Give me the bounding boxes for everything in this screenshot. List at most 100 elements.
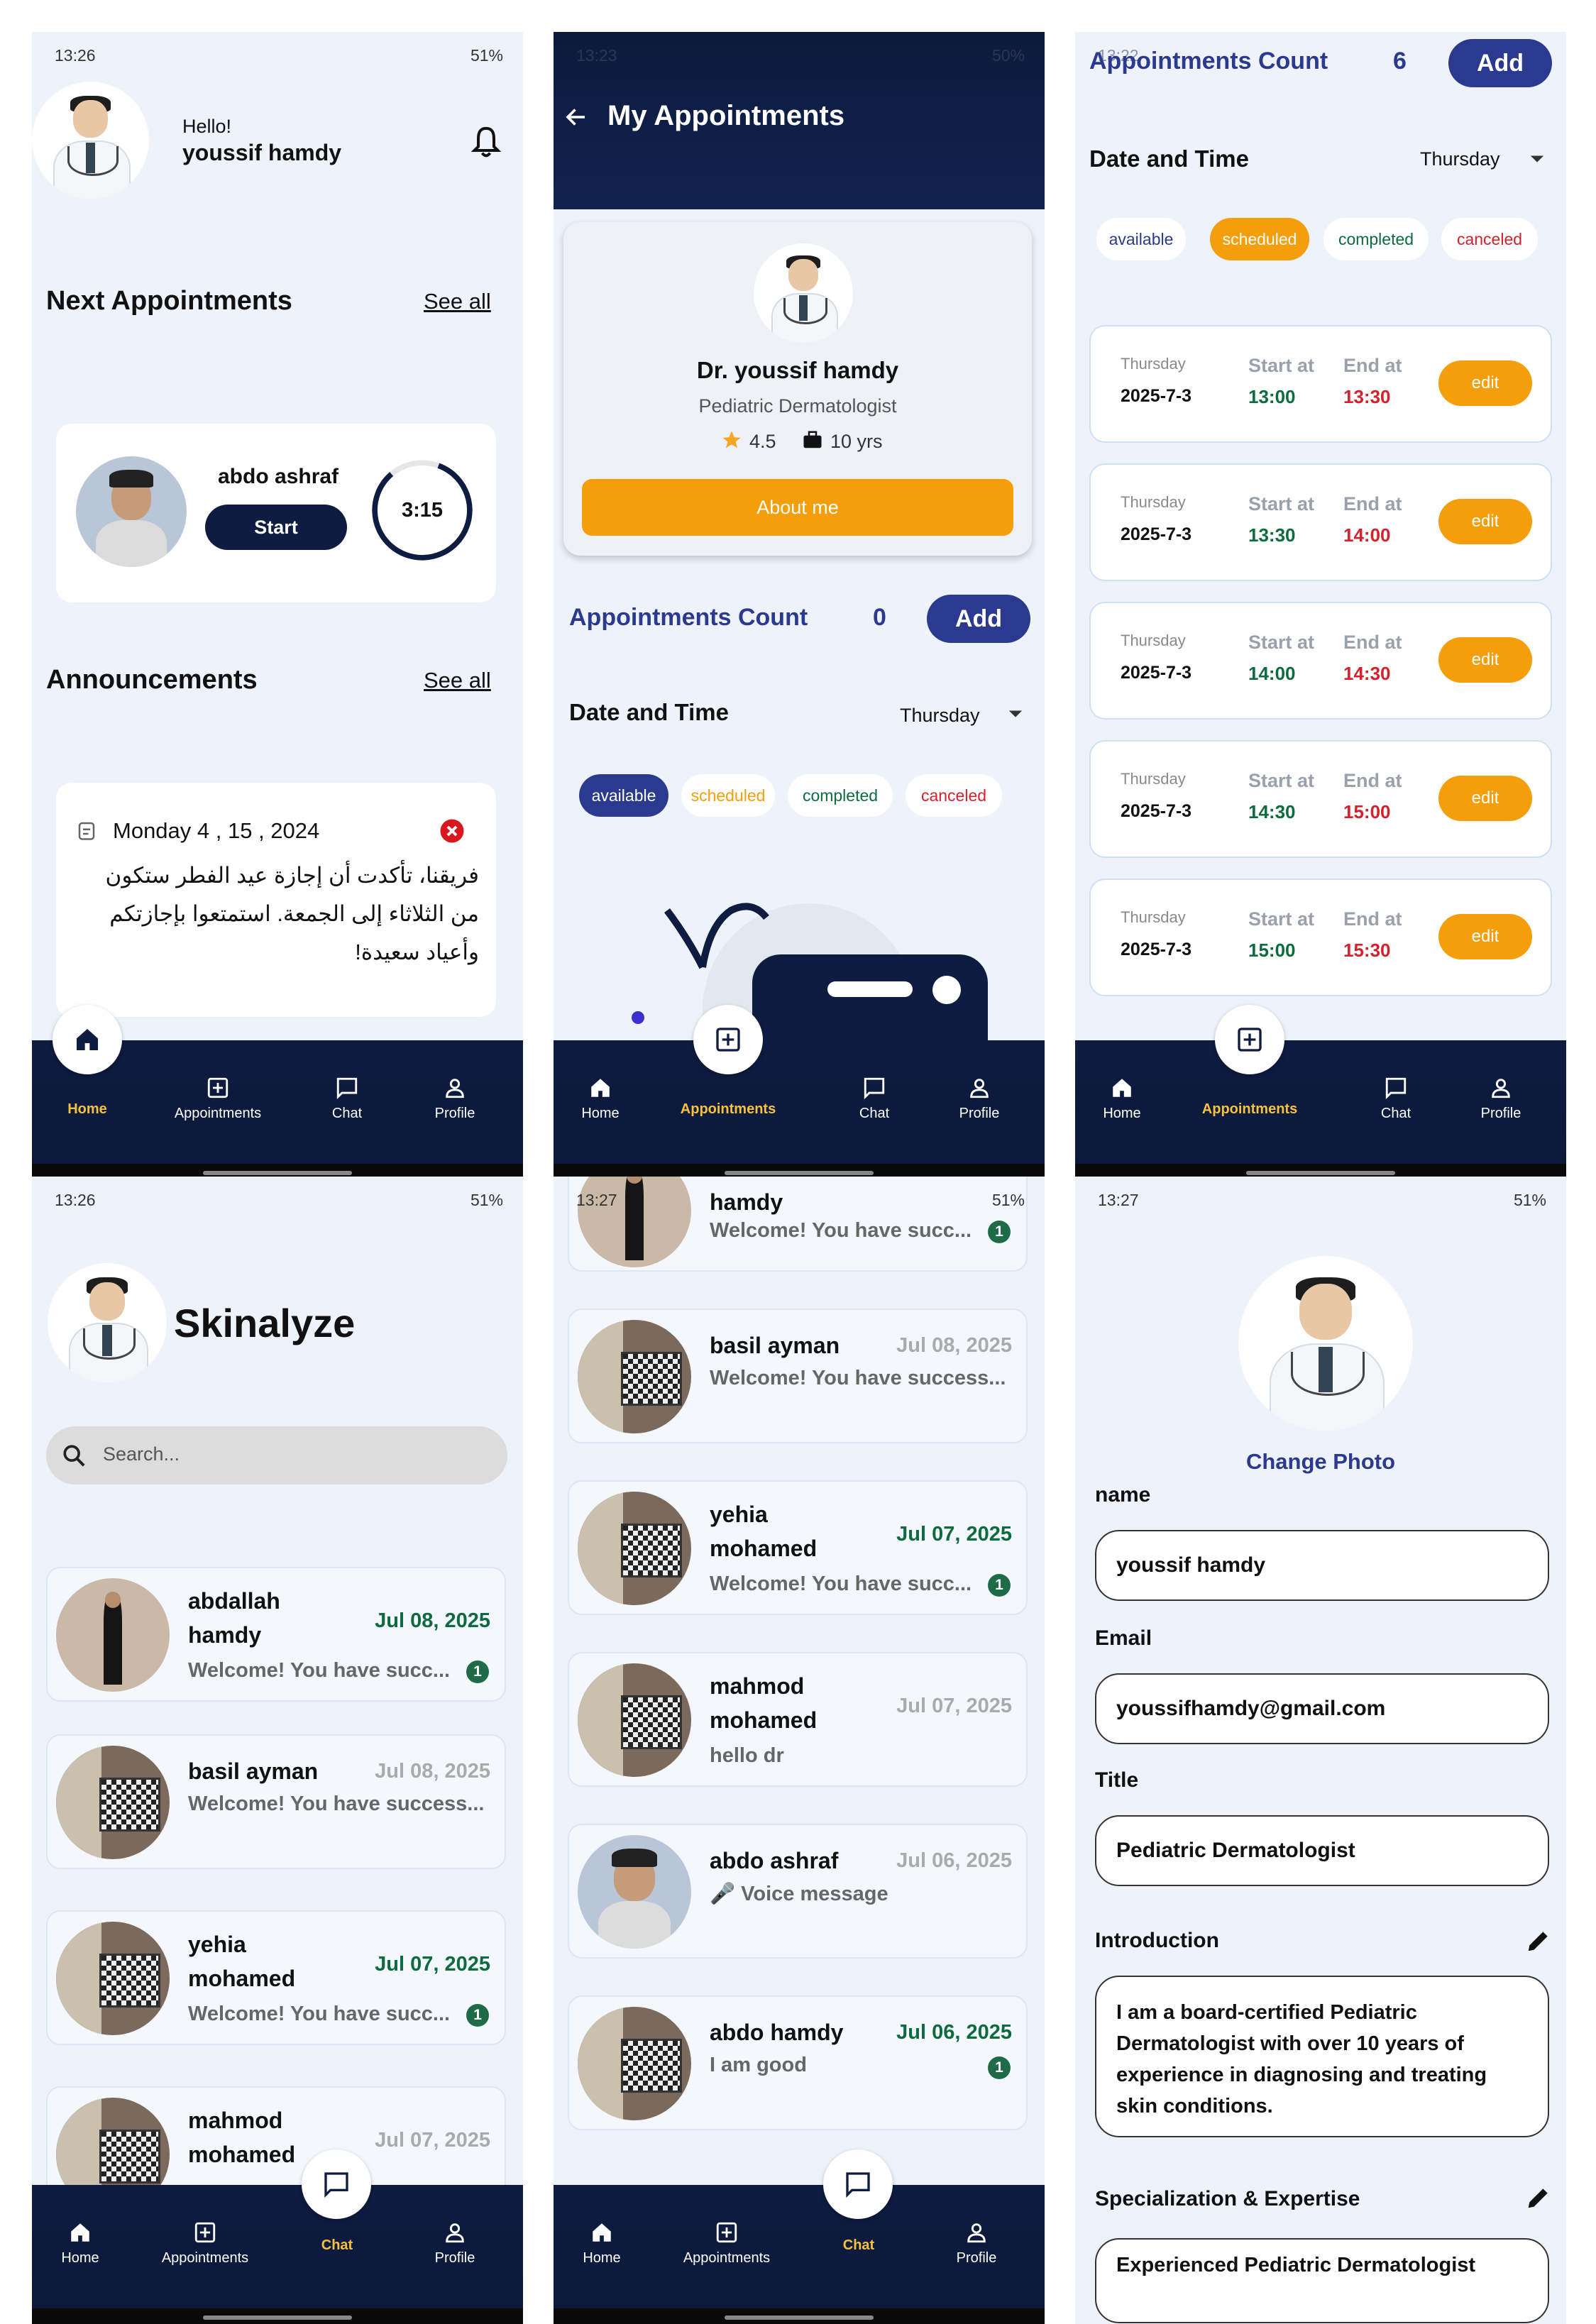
chat-list-scrolled-screen: hamdy Welcome! You have succ... 1 13:27 … xyxy=(554,1177,1045,2324)
chat-fab-button[interactable] xyxy=(823,2149,893,2219)
nav-home[interactable]: Home xyxy=(554,2220,651,2267)
user-avatar[interactable] xyxy=(32,82,149,199)
status-time: 13:27 xyxy=(1098,1191,1139,1209)
chat-item[interactable]: abdo hamdy Jul 06, 2025 I am good 1 xyxy=(568,1995,1028,2130)
chip-available[interactable]: available xyxy=(579,774,668,817)
edit-button[interactable]: edit xyxy=(1438,499,1532,544)
nav-appointments[interactable]: Appointments xyxy=(155,2220,255,2267)
nav-chat[interactable]: Chat xyxy=(287,2237,387,2254)
greeting-text: Hello! xyxy=(182,116,232,137)
nav-appointments[interactable]: Appointments xyxy=(168,1076,268,1122)
email-field[interactable]: youssifhamdy@gmail.com xyxy=(1095,1673,1549,1744)
chat-date: Jul 07, 2025 xyxy=(896,1523,1012,1546)
edit-button[interactable]: edit xyxy=(1438,637,1532,683)
plus-square-icon xyxy=(716,2222,737,2243)
about-me-button[interactable]: About me xyxy=(582,479,1013,536)
nav-appointments[interactable]: Appointments xyxy=(1200,1101,1299,1118)
bell-icon[interactable] xyxy=(470,126,502,160)
edit-pencil-icon[interactable] xyxy=(1525,1927,1552,1954)
start-button[interactable]: Start xyxy=(205,505,347,550)
chat-icon xyxy=(846,2172,870,2198)
edit-button[interactable]: edit xyxy=(1438,360,1532,406)
nav-profile[interactable]: Profile xyxy=(405,2220,505,2267)
chat-list-screen: 13:26 51% Skinalyze Search... abdallah h… xyxy=(32,1177,523,2324)
next-appointments-title: Next Appointments xyxy=(46,286,292,316)
search-bar[interactable]: Search... xyxy=(46,1426,507,1485)
contact-name: mahmod mohamed xyxy=(710,1673,818,1733)
title-label: Title xyxy=(1095,1768,1139,1792)
nav-appointments[interactable]: Appointments xyxy=(677,2220,776,2267)
day-select[interactable]: Thursday xyxy=(900,705,980,727)
chat-item[interactable]: basil ayman Jul 08, 2025 Welcome! You ha… xyxy=(46,1734,506,1869)
title-field[interactable]: Pediatric Dermatologist xyxy=(1095,1815,1549,1886)
chat-item[interactable]: yehia mohamed Jul 07, 2025 Welcome! You … xyxy=(46,1910,506,2045)
contact-avatar xyxy=(578,1835,691,1949)
chip-scheduled[interactable]: scheduled xyxy=(681,774,775,817)
nav-chat[interactable]: Chat xyxy=(1346,1076,1446,1122)
chevron-down-icon[interactable] xyxy=(1529,154,1545,165)
chat-item[interactable]: abdo ashraf Jul 06, 2025 🎤 Voice message xyxy=(568,1824,1028,1959)
close-icon[interactable] xyxy=(439,818,465,844)
user-avatar[interactable] xyxy=(48,1263,167,1382)
nav-profile[interactable]: Profile xyxy=(1451,1076,1551,1122)
announcement-card: Monday 4 , 15 , 2024 فريقنا، تأكدت أن إج… xyxy=(56,783,496,1017)
nav-appointments-label: Appointments xyxy=(174,1106,262,1121)
nav-chat[interactable]: Chat xyxy=(809,2237,908,2254)
status-bar: 13:26 51% xyxy=(32,32,523,75)
nav-home[interactable]: Home xyxy=(554,1076,650,1122)
chat-item[interactable]: mahmod mohamed Jul 07, 2025 hello dr xyxy=(568,1652,1028,1787)
nav-appointments-label: Appointments xyxy=(680,1101,776,1117)
contact-name: basil ayman xyxy=(710,1333,840,1358)
change-photo-button[interactable]: Change Photo xyxy=(1075,1449,1566,1475)
chat-icon xyxy=(336,1077,358,1100)
introduction-field[interactable]: I am a board-certified Pediatric Dermato… xyxy=(1095,1976,1549,2137)
chip-completed[interactable]: completed xyxy=(1323,218,1429,260)
nav-home[interactable]: Home xyxy=(1075,1076,1172,1122)
chip-available[interactable]: available xyxy=(1096,218,1186,260)
home-fab-button[interactable] xyxy=(53,1005,122,1074)
plus-square-icon xyxy=(194,2222,216,2243)
chip-canceled[interactable]: canceled xyxy=(1441,218,1538,260)
nav-profile[interactable]: Profile xyxy=(930,1076,1029,1122)
nav-appointments[interactable]: Appointments xyxy=(678,1101,778,1118)
nav-chat[interactable]: Chat xyxy=(825,1076,924,1122)
see-all-announcements-link[interactable]: See all xyxy=(424,668,491,693)
back-arrow-icon[interactable] xyxy=(563,104,589,130)
bottom-nav: Home Appointments Chat Profile xyxy=(32,2149,523,2324)
end-time: 14:00 xyxy=(1343,524,1391,546)
chat-date: Jul 06, 2025 xyxy=(896,2021,1012,2044)
chip-canceled[interactable]: canceled xyxy=(906,774,1002,817)
chat-item[interactable]: yehia mohamed Jul 07, 2025 Welcome! You … xyxy=(568,1480,1028,1615)
chat-fab-button[interactable] xyxy=(302,2149,371,2219)
nav-profile[interactable]: Profile xyxy=(405,1076,505,1122)
chat-item[interactable]: basil ayman Jul 08, 2025 Welcome! You ha… xyxy=(568,1309,1028,1443)
nav-home[interactable]: Home xyxy=(38,1101,137,1118)
start-label: Start at xyxy=(1248,632,1315,653)
appointments-fab-button[interactable] xyxy=(693,1005,763,1074)
nav-profile[interactable]: Profile xyxy=(927,2220,1026,2267)
bottom-nav: Home Appointments Chat Profile xyxy=(32,1005,523,1179)
chevron-down-icon[interactable] xyxy=(1008,709,1023,720)
start-time: 14:00 xyxy=(1248,663,1296,684)
add-appointment-button[interactable]: Add xyxy=(1448,39,1552,87)
appointments-fab-button[interactable] xyxy=(1215,1005,1284,1074)
chat-item[interactable]: abdallah hamdy Jul 08, 2025 Welcome! You… xyxy=(46,1567,506,1702)
battery-level: 50% xyxy=(991,46,1025,65)
next-appointment-card[interactable]: abdo ashraf Start 3:15 xyxy=(56,424,496,602)
search-input[interactable]: Search... xyxy=(103,1443,180,1465)
see-all-appointments-link[interactable]: See all xyxy=(424,289,491,314)
date-time-label: Date and Time xyxy=(1089,145,1249,172)
nav-home[interactable]: Home xyxy=(32,2220,130,2267)
chip-completed[interactable]: completed xyxy=(788,774,893,817)
edit-button[interactable]: edit xyxy=(1438,914,1532,959)
last-message: Welcome! You have succ... xyxy=(710,1219,972,1242)
chip-scheduled[interactable]: scheduled xyxy=(1210,218,1309,260)
add-appointment-button[interactable]: Add xyxy=(927,595,1030,643)
specialization-field[interactable]: Experienced Pediatric Dermatologist xyxy=(1095,2238,1549,2323)
edit-button[interactable]: edit xyxy=(1438,776,1532,821)
appointments-count-label: Appointments Count xyxy=(569,604,808,631)
day-select[interactable]: Thursday xyxy=(1420,148,1500,170)
nav-chat[interactable]: Chat xyxy=(297,1076,397,1122)
edit-pencil-icon[interactable] xyxy=(1525,2184,1552,2211)
name-field[interactable]: youssif hamdy xyxy=(1095,1530,1549,1601)
